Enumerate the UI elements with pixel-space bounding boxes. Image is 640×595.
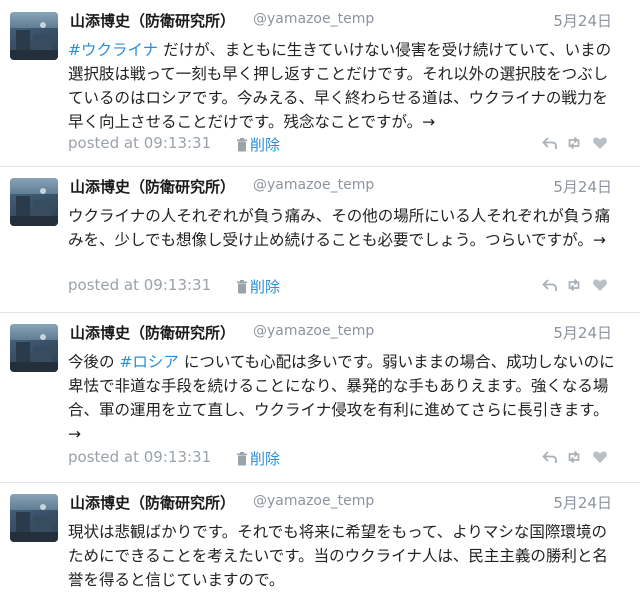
tweet-footer: posted at 09:13:31 削除: [68, 448, 616, 468]
tweet-text: 今後の #ロシア についても心配は多いです。弱いままの場合、成功しないのに卑怯で…: [68, 350, 616, 446]
avatar-building: [34, 34, 52, 50]
author-handle[interactable]: @yamazoe_temp: [253, 493, 374, 509]
retweet-icon[interactable]: [566, 449, 582, 465]
tweet-actions: [542, 449, 612, 467]
avatar-building: [16, 512, 30, 532]
avatar-building: [16, 196, 30, 216]
author-handle[interactable]: @yamazoe_temp: [253, 11, 374, 27]
reply-arrow-icon[interactable]: [542, 277, 558, 293]
posted-time: posted at 09:13:31: [68, 134, 212, 152]
posted-time: posted at 09:13:31: [68, 276, 212, 294]
avatar[interactable]: [10, 178, 58, 226]
tweet-text: 現状は悲観ばかりです。それでも将来に希望をもって、よりマシな国際環境のためにでき…: [68, 523, 608, 589]
retweet-icon[interactable]: [566, 277, 582, 293]
avatar-sky: [10, 178, 58, 194]
avatar-spot: [40, 188, 46, 194]
author-name[interactable]: 山添博史（防衛研究所）: [70, 176, 235, 197]
avatar[interactable]: [10, 494, 58, 542]
avatar-ground: [10, 362, 58, 372]
tweet-text: #ウクライナ だけが、まともに生きていけない侵害を受け続けていて、いまの選択肢は…: [68, 38, 616, 134]
tweet-actions: [542, 135, 612, 153]
divider: [0, 312, 640, 313]
retweet-icon[interactable]: [566, 135, 582, 151]
heart-icon[interactable]: [592, 449, 608, 465]
posted-time: posted at 09:13:31: [68, 448, 212, 466]
author-name[interactable]: 山添博史（防衛研究所）: [70, 322, 235, 343]
avatar-sky: [10, 494, 58, 510]
avatar-building: [34, 516, 52, 532]
author-name[interactable]: 山添博史（防衛研究所）: [70, 492, 235, 513]
author-handle[interactable]: @yamazoe_temp: [253, 177, 374, 193]
trash-icon: [237, 452, 247, 466]
avatar-spot: [40, 334, 46, 340]
trash-icon: [237, 280, 247, 294]
trash-icon: [237, 138, 247, 152]
tweet-actions: [542, 277, 612, 295]
hashtag-link[interactable]: #ロシア: [119, 353, 179, 371]
tweet-date[interactable]: 5月24日: [553, 176, 612, 197]
tweet-feed: 山添博史（防衛研究所） @yamazoe_temp 5月24日 #ウクライナ だ…: [0, 0, 640, 595]
tweet-footer: posted at 09:13:31 削除: [68, 276, 616, 296]
avatar-building: [16, 30, 30, 50]
author-handle[interactable]: @yamazoe_temp: [253, 323, 374, 339]
author-name[interactable]: 山添博史（防衛研究所）: [70, 10, 235, 31]
tweet-date[interactable]: 5月24日: [553, 10, 612, 31]
avatar-sky: [10, 12, 58, 28]
avatar-sky: [10, 324, 58, 340]
avatar-building: [16, 342, 30, 362]
tweet-text: ウクライナの人それぞれが負う痛み、その他の場所にいる人それぞれが負う痛みを、少し…: [68, 207, 611, 249]
delete-label: 削除: [250, 278, 281, 296]
tweet-date[interactable]: 5月24日: [553, 322, 612, 343]
delete-label: 削除: [250, 450, 281, 468]
tweet-date[interactable]: 5月24日: [553, 492, 612, 513]
tweet-footer: posted at 09:13:31 削除: [68, 134, 616, 154]
delete-label: 削除: [250, 136, 281, 154]
delete-button[interactable]: 削除: [236, 134, 280, 155]
avatar-spot: [40, 22, 46, 28]
tweet-text-segment: 今後の: [68, 353, 120, 371]
heart-icon[interactable]: [592, 277, 608, 293]
avatar[interactable]: [10, 12, 58, 60]
divider: [0, 166, 640, 167]
hashtag-link[interactable]: #ウクライナ: [68, 41, 158, 59]
delete-button[interactable]: 削除: [236, 276, 280, 297]
reply-arrow-icon[interactable]: [542, 449, 558, 465]
avatar-ground: [10, 216, 58, 226]
avatar-ground: [10, 532, 58, 542]
avatar[interactable]: [10, 324, 58, 372]
avatar-spot: [40, 504, 46, 510]
avatar-building: [34, 200, 52, 216]
divider: [0, 482, 640, 483]
heart-icon[interactable]: [592, 135, 608, 151]
avatar-building: [34, 346, 52, 362]
avatar-ground: [10, 50, 58, 60]
reply-arrow-icon[interactable]: [542, 135, 558, 151]
delete-button[interactable]: 削除: [236, 448, 280, 469]
